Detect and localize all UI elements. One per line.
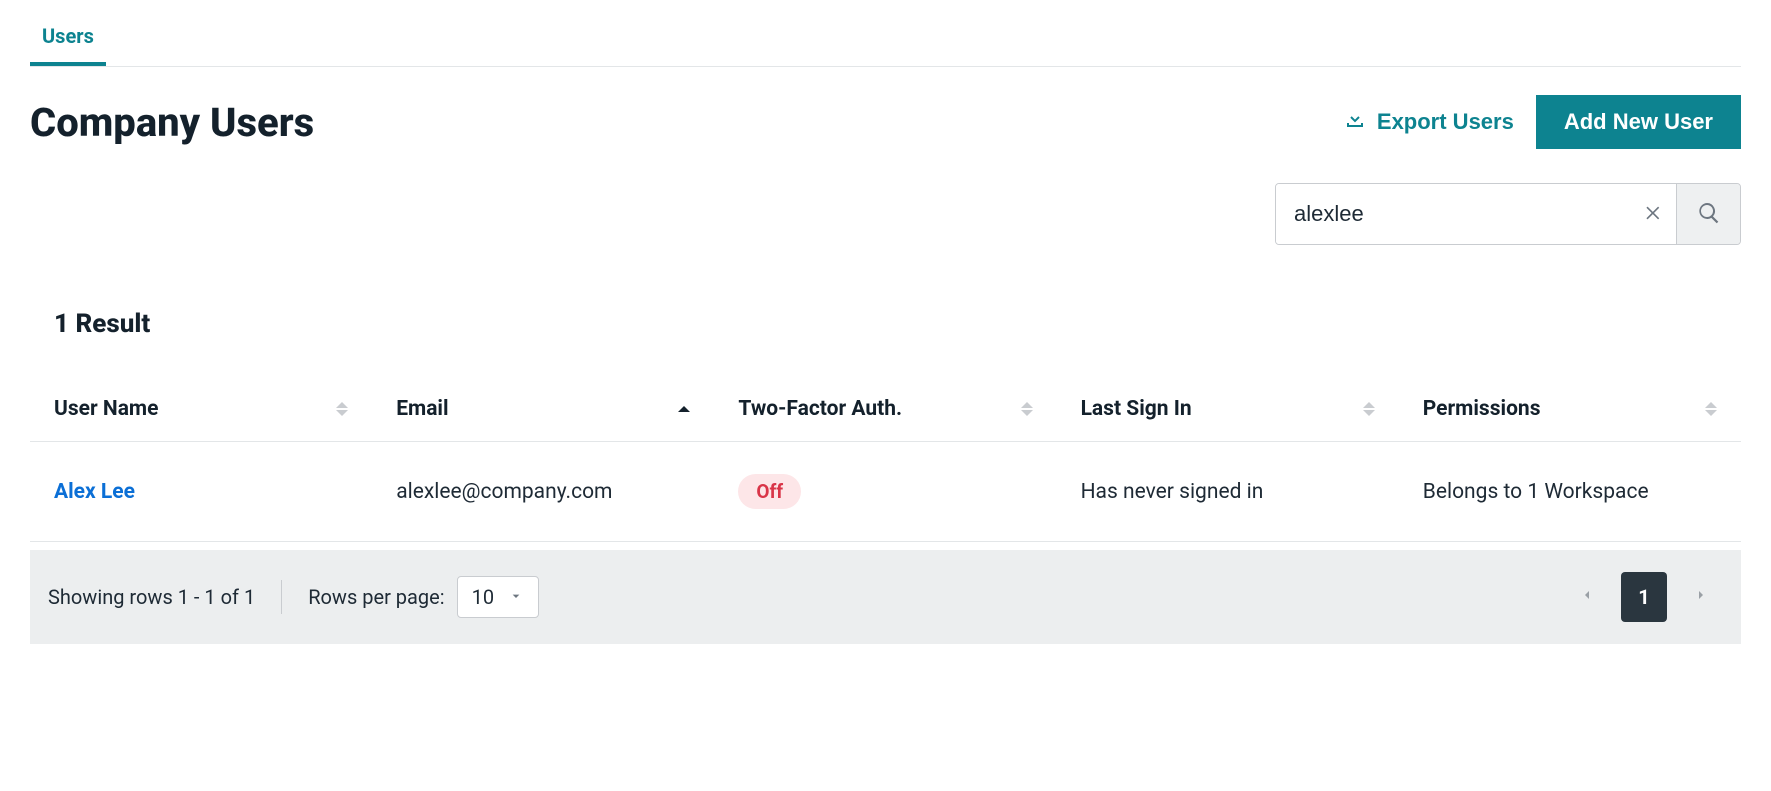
page-title: Company Users <box>30 99 314 146</box>
column-header-email-label: Email <box>396 397 448 421</box>
column-header-username-label: User Name <box>54 397 158 421</box>
pager: 1 <box>1565 572 1723 622</box>
close-icon <box>1644 203 1664 226</box>
sort-down-icon <box>336 410 348 416</box>
footer-left: Showing rows 1 - 1 of 1 Rows per page: 1… <box>48 576 539 618</box>
column-header-twofa-label: Two-Factor Auth. <box>738 397 902 421</box>
cell-email: alexlee@company.com <box>372 442 714 542</box>
download-icon <box>1343 107 1367 137</box>
twofa-status-badge: Off <box>738 474 801 509</box>
sort-down-icon <box>1363 410 1375 416</box>
table-row: Alex Lee alexlee@company.com Off Has nev… <box>30 442 1741 542</box>
search-button[interactable] <box>1676 184 1740 244</box>
chevron-left-icon <box>1579 586 1595 609</box>
sort-icon <box>336 402 348 416</box>
rows-per-page-label: Rows per page: <box>308 585 444 609</box>
sort-up-icon <box>336 402 348 408</box>
column-header-email[interactable]: Email <box>372 377 714 442</box>
sort-up-icon <box>1363 402 1375 408</box>
sort-icon <box>1363 402 1375 416</box>
clear-search-button[interactable] <box>1632 184 1676 244</box>
sort-icon <box>1705 402 1717 416</box>
showing-rows-text: Showing rows 1 - 1 of 1 <box>48 585 255 609</box>
divider <box>281 580 282 614</box>
header-actions: Export Users Add New User <box>1343 95 1741 149</box>
rows-per-page-group: Rows per page: 10 <box>308 576 539 618</box>
sort-up-icon <box>1705 402 1717 408</box>
page-header: Company Users Export Users Add New User <box>30 95 1741 149</box>
rows-per-page-select[interactable]: 10 <box>457 576 539 618</box>
export-users-button[interactable]: Export Users <box>1343 107 1514 137</box>
search-row <box>30 183 1741 245</box>
column-header-lastsignin[interactable]: Last Sign In <box>1057 377 1399 442</box>
chevron-down-icon <box>508 585 524 609</box>
column-header-twofa[interactable]: Two-Factor Auth. <box>714 377 1056 442</box>
rows-per-page-value: 10 <box>472 585 494 609</box>
sort-down-icon <box>1021 410 1033 416</box>
tabs-bar: Users <box>30 10 1741 67</box>
column-header-permissions-label: Permissions <box>1423 397 1541 421</box>
column-header-permissions[interactable]: Permissions <box>1399 377 1741 442</box>
search-icon <box>1697 201 1721 228</box>
add-new-user-button[interactable]: Add New User <box>1536 95 1741 149</box>
search-input[interactable] <box>1276 184 1632 244</box>
pager-prev-button[interactable] <box>1565 573 1609 621</box>
column-header-lastsignin-label: Last Sign In <box>1081 397 1192 421</box>
sort-icon <box>678 406 690 412</box>
sort-icon <box>1021 402 1033 416</box>
tab-users[interactable]: Users <box>30 10 106 66</box>
sort-up-icon <box>678 406 690 412</box>
pager-next-button[interactable] <box>1679 573 1723 621</box>
table-header-row: User Name Email Two-Factor Auth. <box>30 377 1741 442</box>
cell-permissions: Belongs to 1 Workspace <box>1399 442 1741 542</box>
cell-twofa: Off <box>714 442 1056 542</box>
table-footer: Showing rows 1 - 1 of 1 Rows per page: 1… <box>30 550 1741 644</box>
chevron-right-icon <box>1693 586 1709 609</box>
search-group <box>1275 183 1741 245</box>
export-users-label: Export Users <box>1377 109 1514 135</box>
column-header-username[interactable]: User Name <box>30 377 372 442</box>
pager-current-page[interactable]: 1 <box>1621 572 1667 622</box>
sort-up-icon <box>1021 402 1033 408</box>
cell-lastsignin: Has never signed in <box>1057 442 1399 542</box>
users-table: User Name Email Two-Factor Auth. <box>30 377 1741 542</box>
results-count: 1 Result <box>54 309 1741 339</box>
user-name-link[interactable]: Alex Lee <box>54 480 135 504</box>
sort-down-icon <box>1705 410 1717 416</box>
